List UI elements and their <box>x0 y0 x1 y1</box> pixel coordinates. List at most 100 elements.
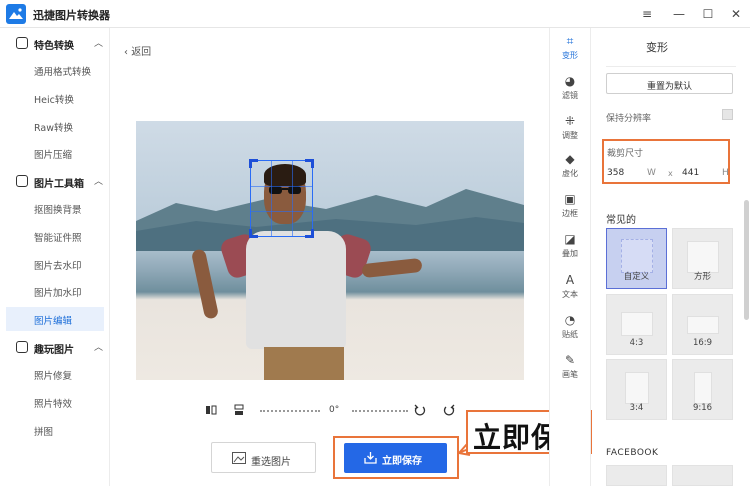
crop-handle[interactable] <box>305 229 314 238</box>
preset-shape <box>687 316 719 334</box>
crop-width-input[interactable]: 358 <box>607 168 624 178</box>
crop-handle[interactable] <box>305 159 314 168</box>
sidebar-item-label: 通用格式转换 <box>34 67 92 78</box>
preset-4-3[interactable]: 4:3 <box>606 294 667 355</box>
preset-9-16[interactable]: 9:16 <box>672 359 733 420</box>
reset-default-button[interactable]: 重置为默认 <box>606 73 733 94</box>
reselect-label: 重选图片 <box>251 457 291 468</box>
sidebar-item-label: 照片修复 <box>34 371 73 382</box>
tool-label: 边框 <box>562 209 578 218</box>
preset-16-9[interactable]: 16:9 <box>672 294 733 355</box>
image-canvas[interactable] <box>136 121 524 380</box>
group-featured-conversion[interactable]: 特色转换 ︿ <box>0 32 110 54</box>
app-title: 迅捷图片转换器 <box>33 9 110 22</box>
image-icon <box>232 452 246 464</box>
height-unit: H <box>722 168 729 178</box>
panel-scrollbar[interactable] <box>744 200 749 320</box>
tool-label: 调整 <box>562 131 578 140</box>
sticker-icon: ◔ <box>564 313 576 327</box>
tool-adjust[interactable]: ⁜ 调整 <box>550 112 590 152</box>
person-shirt <box>246 231 346 349</box>
filter-icon: ◕ <box>564 74 576 88</box>
save-icon <box>364 452 377 464</box>
preset-3-4[interactable]: 3:4 <box>606 359 667 420</box>
sidebar-item-label: Heic转换 <box>34 95 74 106</box>
preset-square[interactable]: 方形 <box>672 228 733 289</box>
preset-label: 4:3 <box>629 338 644 348</box>
preset-shape <box>621 312 653 336</box>
reselect-image-button[interactable]: 重选图片 <box>211 442 316 473</box>
group-label: 图片工具箱 <box>34 179 84 190</box>
reset-label: 重置为默认 <box>647 82 693 92</box>
preset-custom[interactable]: 自定义 <box>606 228 667 289</box>
crop-selection-box[interactable] <box>249 159 314 238</box>
blur-icon: ◆ <box>565 152 575 166</box>
crop-handle[interactable] <box>249 229 258 238</box>
tool-label: 虚化 <box>562 169 578 178</box>
person-arm <box>190 248 220 320</box>
close-icon[interactable]: ✕ <box>727 5 745 23</box>
size-separator: x <box>668 169 673 178</box>
maximize-icon[interactable]: ☐ <box>699 5 717 23</box>
tool-brush[interactable]: ✎ 画笔 <box>550 351 590 391</box>
panel-title: 变形 <box>646 41 668 54</box>
sidebar-item-label: Raw转换 <box>34 123 73 134</box>
tool-label: 贴纸 <box>562 330 578 339</box>
sidebar-item-collage[interactable]: 拼图 <box>6 418 104 442</box>
overlay-icon: ◪ <box>564 232 576 246</box>
back-button[interactable]: ‹ 返回 <box>124 43 151 58</box>
sidebar-item-image-edit[interactable]: 图片编辑 <box>6 307 104 331</box>
preset-shape <box>625 372 649 404</box>
sidebar-item-heic[interactable]: Heic转换 <box>6 86 104 110</box>
save-now-button[interactable]: 立即保存 <box>344 443 447 473</box>
tool-label: 变形 <box>562 51 578 60</box>
text-icon: A <box>565 273 575 287</box>
crop-handle[interactable] <box>249 159 258 168</box>
chevron-up-icon: ︿ <box>94 177 104 187</box>
preset-facebook-2[interactable] <box>672 465 733 486</box>
tool-overlay[interactable]: ◪ 叠加 <box>550 230 590 270</box>
person-arm <box>361 257 423 279</box>
minimize-icon[interactable]: — <box>670 5 688 23</box>
tool-transform[interactable]: ⌗ 变形 <box>550 32 590 72</box>
common-presets-label: 常见的 <box>606 215 636 226</box>
flip-vertical-icon[interactable] <box>233 404 245 416</box>
width-unit: W <box>647 168 656 178</box>
rotate-left-icon[interactable] <box>414 404 426 416</box>
sidebar-item-id-photo[interactable]: 智能证件照 <box>6 224 104 248</box>
tool-filter[interactable]: ◕ 滤镜 <box>550 72 590 112</box>
toolbox-icon <box>16 175 28 187</box>
save-label: 立即保存 <box>382 456 422 467</box>
crop-icon: ⌗ <box>566 34 574 48</box>
sidebar-item-format-convert[interactable]: 通用格式转换 <box>6 58 104 82</box>
sidebar-item-add-watermark[interactable]: 图片加水印 <box>6 279 104 303</box>
adjust-icon: ⁜ <box>564 114 576 128</box>
sidebar-item-label: 图片加水印 <box>34 288 82 299</box>
preset-label: 自定义 <box>623 272 650 282</box>
fun-image-icon <box>16 341 28 353</box>
sidebar-item-cutout[interactable]: 抠图换背景 <box>6 196 104 220</box>
sidebar-item-raw[interactable]: Raw转换 <box>6 114 104 138</box>
preset-facebook-1[interactable] <box>606 465 667 486</box>
sidebar-item-remove-watermark[interactable]: 图片去水印 <box>6 252 104 276</box>
app-logo-icon <box>6 4 26 24</box>
rotation-slider-left[interactable] <box>260 410 320 412</box>
frame-icon: ▣ <box>564 192 576 206</box>
tool-frame[interactable]: ▣ 边框 <box>550 190 590 230</box>
group-fun-images[interactable]: 趣玩图片 ︿ <box>0 336 110 358</box>
rotation-slider-right[interactable] <box>352 410 408 412</box>
menu-icon[interactable]: ≡ <box>638 5 656 23</box>
crop-height-input[interactable]: 441 <box>682 168 699 178</box>
rotate-right-icon[interactable] <box>443 404 455 416</box>
sidebar-item-compress[interactable]: 图片压缩 <box>6 141 104 165</box>
keep-resolution-checkbox[interactable] <box>722 109 733 120</box>
tool-blur[interactable]: ◆ 虚化 <box>550 150 590 190</box>
tool-sticker[interactable]: ◔ 贴纸 <box>550 311 590 351</box>
sidebar-item-photo-repair[interactable]: 照片修复 <box>6 362 104 386</box>
title-bar: 迅捷图片转换器 ≡ — ☐ ✕ <box>0 0 750 28</box>
group-image-toolbox[interactable]: 图片工具箱 ︿ <box>0 170 110 192</box>
sidebar-item-label: 图片去水印 <box>34 261 82 272</box>
tool-text[interactable]: A 文本 <box>550 271 590 311</box>
sidebar-item-photo-effects[interactable]: 照片特效 <box>6 390 104 414</box>
flip-horizontal-icon[interactable] <box>205 404 217 416</box>
